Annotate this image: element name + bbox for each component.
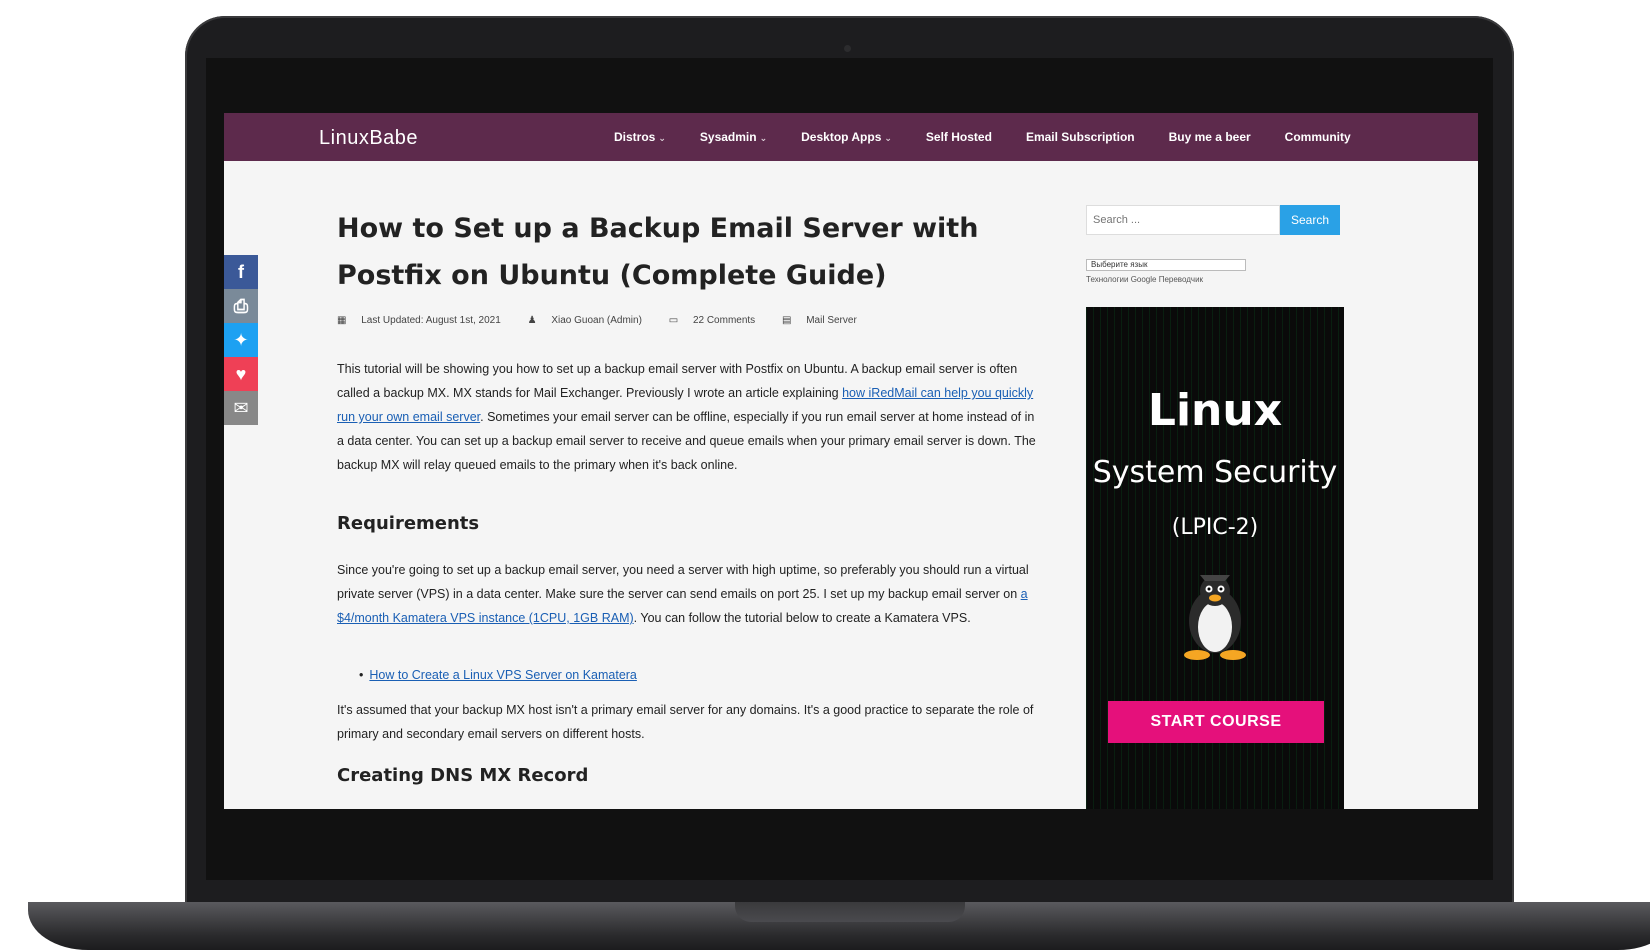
webcam xyxy=(844,45,851,52)
pocket-share-icon[interactable]: ♥ xyxy=(224,357,258,391)
nav-item-sysadmin[interactable]: Sysadmin ⌄ xyxy=(700,130,767,144)
tux-penguin-icon xyxy=(1184,575,1246,660)
share-bar: f ⎙ ✦ ♥ ✉ xyxy=(224,255,258,425)
print-share-icon[interactable]: ⎙ xyxy=(224,289,258,323)
twitter-share-icon[interactable]: ✦ xyxy=(224,323,258,357)
main-nav: Distros ⌄ Sysadmin ⌄ Desktop Apps ⌄ Self Hoste… xyxy=(614,130,1385,144)
list-item-kamatera-tutorial[interactable]: How to Create a Linux VPS Server on Kama… xyxy=(359,668,637,682)
browser-viewport: LinuxBabe Distros ⌄ Sysadmin ⌄ Desktop Apps ⌄… xyxy=(224,113,1478,809)
language-select[interactable]: Выберите язык xyxy=(1086,259,1246,271)
paragraph-requirements: Since you're going to set up a backup em… xyxy=(337,563,1029,625)
comment-icon: ▭ xyxy=(668,315,679,326)
nav-item-community[interactable]: Community xyxy=(1285,130,1351,144)
chevron-down-icon: ⌄ xyxy=(759,133,768,143)
calendar-icon: ▦ xyxy=(337,315,347,326)
nav-item-buy-me-a-beer[interactable]: Buy me a beer xyxy=(1169,130,1251,144)
laptop-opening-notch xyxy=(735,902,965,922)
site-header: LinuxBabe Distros ⌄ Sysadmin ⌄ Desktop Apps ⌄… xyxy=(224,113,1478,161)
course-ad-banner[interactable]: Linux System Security (LPIC-2) START COU… xyxy=(1086,307,1344,809)
paragraph-intro: This tutorial will be showing you how to… xyxy=(337,362,1036,472)
search-button[interactable]: Search xyxy=(1280,205,1340,235)
nav-item-self-hosted[interactable]: Self Hosted xyxy=(926,130,992,144)
google-translate-credit: Технологии Google Переводчик xyxy=(1086,275,1204,284)
user-icon: ♟ xyxy=(527,315,537,326)
meta-comments[interactable]: ▭ 22 Comments xyxy=(669,315,767,326)
email-share-icon[interactable]: ✉ xyxy=(224,391,258,425)
nav-item-distros[interactable]: Distros ⌄ xyxy=(614,130,666,144)
meta-category[interactable]: ▤ Mail Server xyxy=(782,315,869,326)
heading-dns-mx: Creating DNS MX Record xyxy=(337,765,589,786)
site-logo[interactable]: LinuxBabe xyxy=(319,127,418,150)
start-course-button[interactable]: START COURSE xyxy=(1108,701,1324,743)
chevron-down-icon: ⌄ xyxy=(658,133,666,143)
heading-requirements: Requirements xyxy=(337,513,480,534)
chevron-down-icon: ⌄ xyxy=(884,133,892,143)
article-title: How to Set up a Backup Email Server with… xyxy=(337,213,979,291)
ad-certification: (LPIC-2) xyxy=(1171,515,1259,540)
search-input[interactable] xyxy=(1086,205,1280,235)
folder-icon: ▤ xyxy=(781,315,792,326)
nav-item-desktop-apps[interactable]: Desktop Apps ⌄ xyxy=(801,130,892,144)
facebook-share-icon[interactable]: f xyxy=(224,255,258,289)
ad-title: Linux xyxy=(1147,385,1283,436)
article-meta: ▦ Last Updated: August 1st, 2021 ♟ Xiao … xyxy=(337,315,881,326)
meta-updated: ▦ Last Updated: August 1st, 2021 xyxy=(337,315,501,326)
paragraph-assumption: It's assumed that your backup MX host is… xyxy=(337,703,1034,741)
nav-item-email-subscription[interactable]: Email Subscription xyxy=(1026,130,1135,144)
meta-author[interactable]: ♟ Xiao Guoan (Admin) xyxy=(528,315,654,326)
ad-subtitle: System Security xyxy=(1092,455,1338,490)
